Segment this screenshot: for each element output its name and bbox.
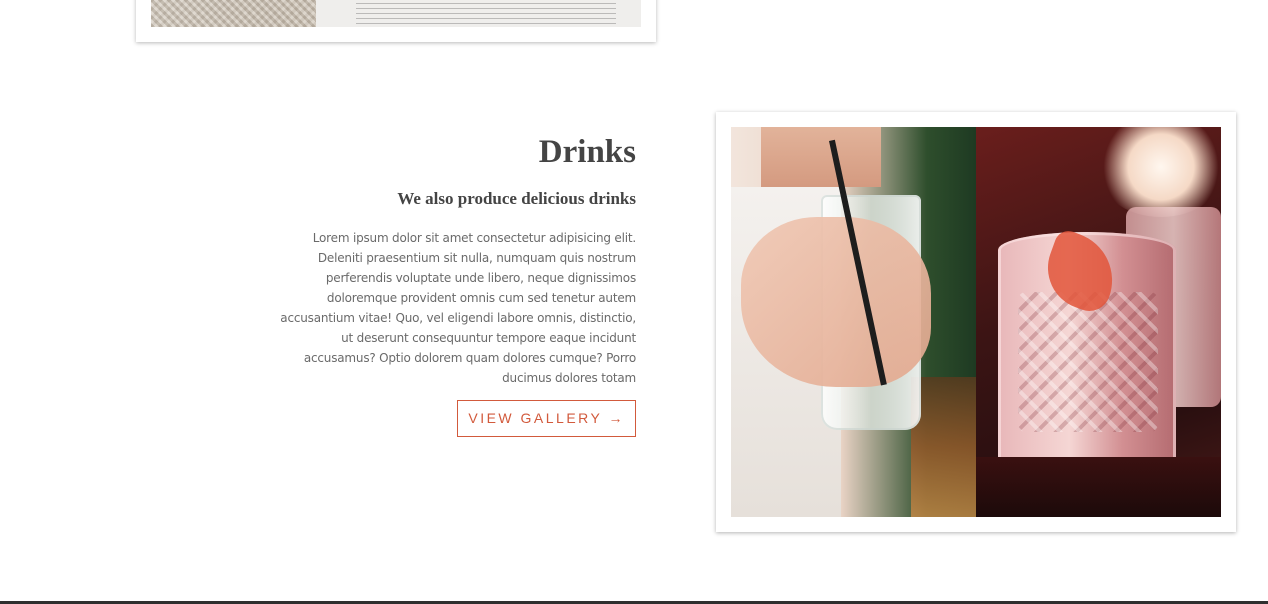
background-light	[1096, 127, 1221, 217]
open-book	[316, 0, 641, 27]
hand-shape	[741, 217, 931, 387]
drinking-woman-photo	[731, 127, 976, 517]
book-photo	[151, 0, 641, 27]
crystal-cut-pattern	[1018, 292, 1158, 432]
cocktail-glasses-photo	[976, 127, 1221, 517]
drinks-photo	[731, 127, 1221, 517]
drinks-image-frame	[716, 112, 1236, 532]
drinks-text-column: Drinks We also produce delicious drinks …	[276, 130, 636, 437]
face-shape	[761, 127, 881, 187]
section-title: Drinks	[538, 134, 636, 170]
top-image-frame	[136, 0, 656, 42]
section-description: Lorem ipsum dolor sit amet consectetur a…	[280, 231, 636, 385]
book-text-lines	[356, 0, 616, 27]
placemat-texture	[151, 0, 331, 27]
view-gallery-button[interactable]: VIEW GALLERY →	[457, 400, 636, 437]
table-surface	[976, 457, 1221, 517]
section-subtitle: We also produce delicious drinks	[397, 189, 636, 208]
